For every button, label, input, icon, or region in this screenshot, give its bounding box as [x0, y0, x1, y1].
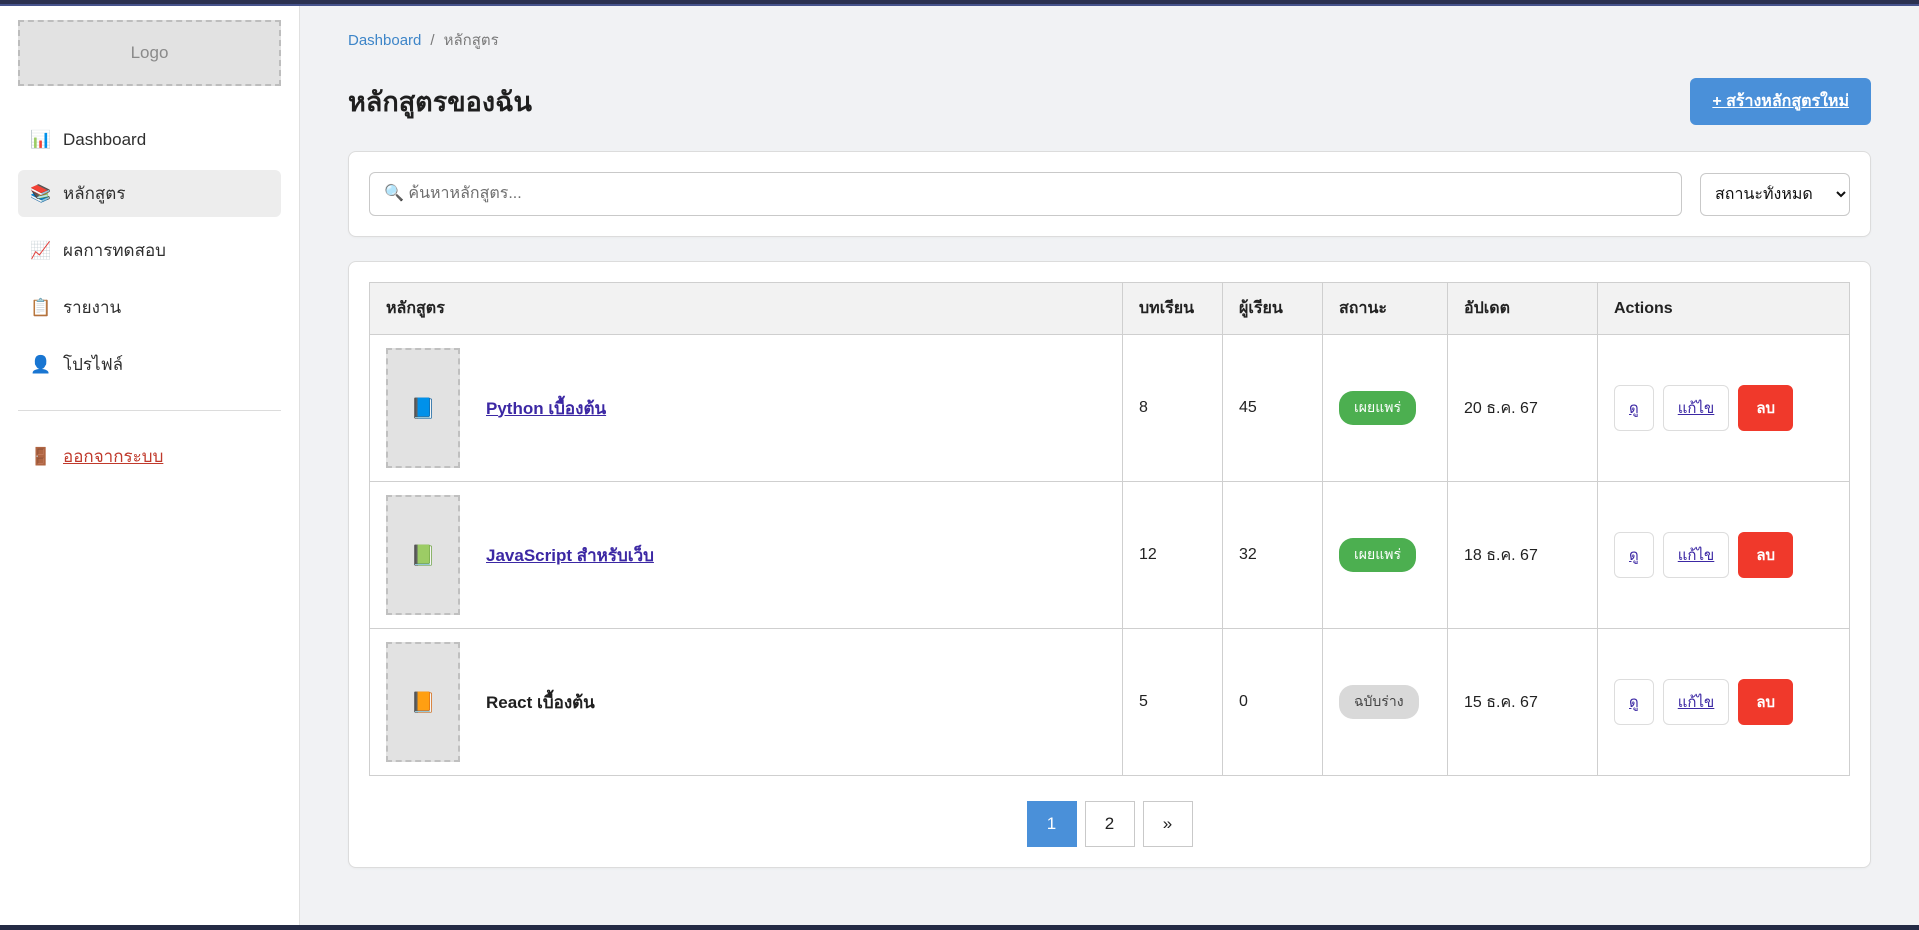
logo-placeholder: Logo — [18, 20, 281, 86]
lessons-count: 5 — [1123, 629, 1223, 776]
search-input[interactable] — [369, 172, 1682, 216]
sidebar-item-test-results[interactable]: 📈 ผลการทดสอบ — [18, 227, 281, 274]
column-header-actions: Actions — [1598, 283, 1850, 335]
green-book-icon: 📗 — [411, 543, 436, 568]
books-icon: 📚 — [30, 184, 52, 204]
sidebar-item-courses[interactable]: 📚 หลักสูตร — [18, 170, 281, 217]
course-cell: 📙 React เบื้องต้น — [386, 642, 1106, 762]
breadcrumb: Dashboard / หลักสูตร — [348, 28, 1871, 52]
column-header-course: หลักสูตร — [370, 283, 1123, 335]
user-icon: 👤 — [30, 355, 52, 375]
course-thumbnail: 📙 — [386, 642, 460, 762]
sidebar-item-profile[interactable]: 👤 โปรไฟล์ — [18, 341, 281, 388]
sidebar-item-reports[interactable]: 📋 รายงาน — [18, 284, 281, 331]
delete-button[interactable]: ลบ — [1738, 679, 1793, 725]
logout-link[interactable]: 🚪 ออกจากระบบ — [18, 437, 281, 476]
blue-book-icon: 📘 — [411, 396, 436, 421]
bottom-window-bar — [0, 925, 1919, 930]
lessons-count: 8 — [1123, 335, 1223, 482]
sidebar-item-label: หลักสูตร — [63, 180, 125, 207]
view-button[interactable]: ดู — [1614, 679, 1654, 725]
actions-cell: ดู แก้ไข ลบ — [1614, 679, 1833, 725]
clipboard-icon: 📋 — [30, 298, 52, 318]
sidebar: Logo 📊 Dashboard 📚 หลักสูตร 📈 ผลการทดสอบ… — [0, 6, 300, 925]
pagination-page-1[interactable]: 1 — [1027, 801, 1077, 847]
lessons-count: 12 — [1123, 482, 1223, 629]
bar-chart-icon: 📊 — [30, 130, 52, 150]
main-content: Dashboard / หลักสูตร หลักสูตรของฉัน + สร… — [300, 6, 1919, 925]
status-filter-select[interactable]: สถานะทั้งหมด — [1700, 173, 1850, 216]
edit-button[interactable]: แก้ไข — [1663, 532, 1730, 578]
table-row: 📙 React เบื้องต้น 5 0 ฉบับร่าง 15 ธ.ค. 6… — [370, 629, 1850, 776]
updated-date: 18 ธ.ค. 67 — [1448, 482, 1598, 629]
breadcrumb-dashboard-link[interactable]: Dashboard — [348, 32, 421, 49]
logout-label: ออกจากระบบ — [63, 443, 163, 470]
sidebar-nav: 📊 Dashboard 📚 หลักสูตร 📈 ผลการทดสอบ 📋 รา… — [18, 120, 281, 388]
sidebar-item-label: ผลการทดสอบ — [63, 237, 166, 264]
breadcrumb-current: หลักสูตร — [444, 28, 499, 52]
delete-button[interactable]: ลบ — [1738, 532, 1793, 578]
updated-date: 15 ธ.ค. 67 — [1448, 629, 1598, 776]
courses-table: หลักสูตร บทเรียน ผู้เรียน สถานะ อัปเดต A… — [369, 282, 1850, 776]
table-row: 📗 JavaScript สำหรับเว็บ 12 32 เผยแพร่ 18… — [370, 482, 1850, 629]
course-thumbnail: 📘 — [386, 348, 460, 468]
students-count: 0 — [1223, 629, 1323, 776]
status-badge: ฉบับร่าง — [1339, 685, 1419, 719]
column-header-lessons: บทเรียน — [1123, 283, 1223, 335]
course-thumbnail: 📗 — [386, 495, 460, 615]
column-header-students: ผู้เรียน — [1223, 283, 1323, 335]
actions-cell: ดู แก้ไข ลบ — [1614, 385, 1833, 431]
pagination: 1 2 » — [369, 801, 1850, 847]
column-header-updated: อัปเดต — [1448, 283, 1598, 335]
actions-cell: ดู แก้ไข ลบ — [1614, 532, 1833, 578]
view-button[interactable]: ดู — [1614, 532, 1654, 578]
delete-button[interactable]: ลบ — [1738, 385, 1793, 431]
status-badge: เผยแพร่ — [1339, 391, 1416, 425]
course-cell: 📗 JavaScript สำหรับเว็บ — [386, 495, 1106, 615]
door-icon: 🚪 — [30, 447, 52, 467]
students-count: 32 — [1223, 482, 1323, 629]
sidebar-divider — [18, 410, 281, 411]
filter-card: สถานะทั้งหมด — [348, 151, 1871, 237]
pagination-page-2[interactable]: 2 — [1085, 801, 1135, 847]
course-title-link[interactable]: JavaScript สำหรับเว็บ — [486, 542, 654, 569]
chart-increasing-icon: 📈 — [30, 241, 52, 261]
logo-text: Logo — [131, 43, 169, 63]
sidebar-item-label: โปรไฟล์ — [63, 351, 123, 378]
edit-button[interactable]: แก้ไข — [1663, 679, 1730, 725]
sidebar-item-dashboard[interactable]: 📊 Dashboard — [18, 120, 281, 160]
page-header: หลักสูตรของฉัน + สร้างหลักสูตรใหม่ — [348, 78, 1871, 125]
edit-button[interactable]: แก้ไข — [1663, 385, 1730, 431]
create-course-button[interactable]: + สร้างหลักสูตรใหม่ — [1690, 78, 1871, 125]
page-title: หลักสูตรของฉัน — [348, 80, 532, 123]
courses-table-card: หลักสูตร บทเรียน ผู้เรียน สถานะ อัปเดต A… — [348, 261, 1871, 868]
column-header-status: สถานะ — [1323, 283, 1448, 335]
status-badge: เผยแพร่ — [1339, 538, 1416, 572]
orange-book-icon: 📙 — [411, 690, 436, 715]
breadcrumb-separator: / — [430, 32, 434, 49]
sidebar-item-label: Dashboard — [63, 130, 146, 150]
pagination-next-button[interactable]: » — [1143, 801, 1193, 847]
view-button[interactable]: ดู — [1614, 385, 1654, 431]
table-header-row: หลักสูตร บทเรียน ผู้เรียน สถานะ อัปเดต A… — [370, 283, 1850, 335]
course-cell: 📘 Python เบื้องต้น — [386, 348, 1106, 468]
course-title-link[interactable]: Python เบื้องต้น — [486, 395, 606, 422]
table-row: 📘 Python เบื้องต้น 8 45 เผยแพร่ 20 ธ.ค. … — [370, 335, 1850, 482]
students-count: 45 — [1223, 335, 1323, 482]
sidebar-item-label: รายงาน — [63, 294, 121, 321]
updated-date: 20 ธ.ค. 67 — [1448, 335, 1598, 482]
course-title-text: React เบื้องต้น — [486, 689, 595, 716]
